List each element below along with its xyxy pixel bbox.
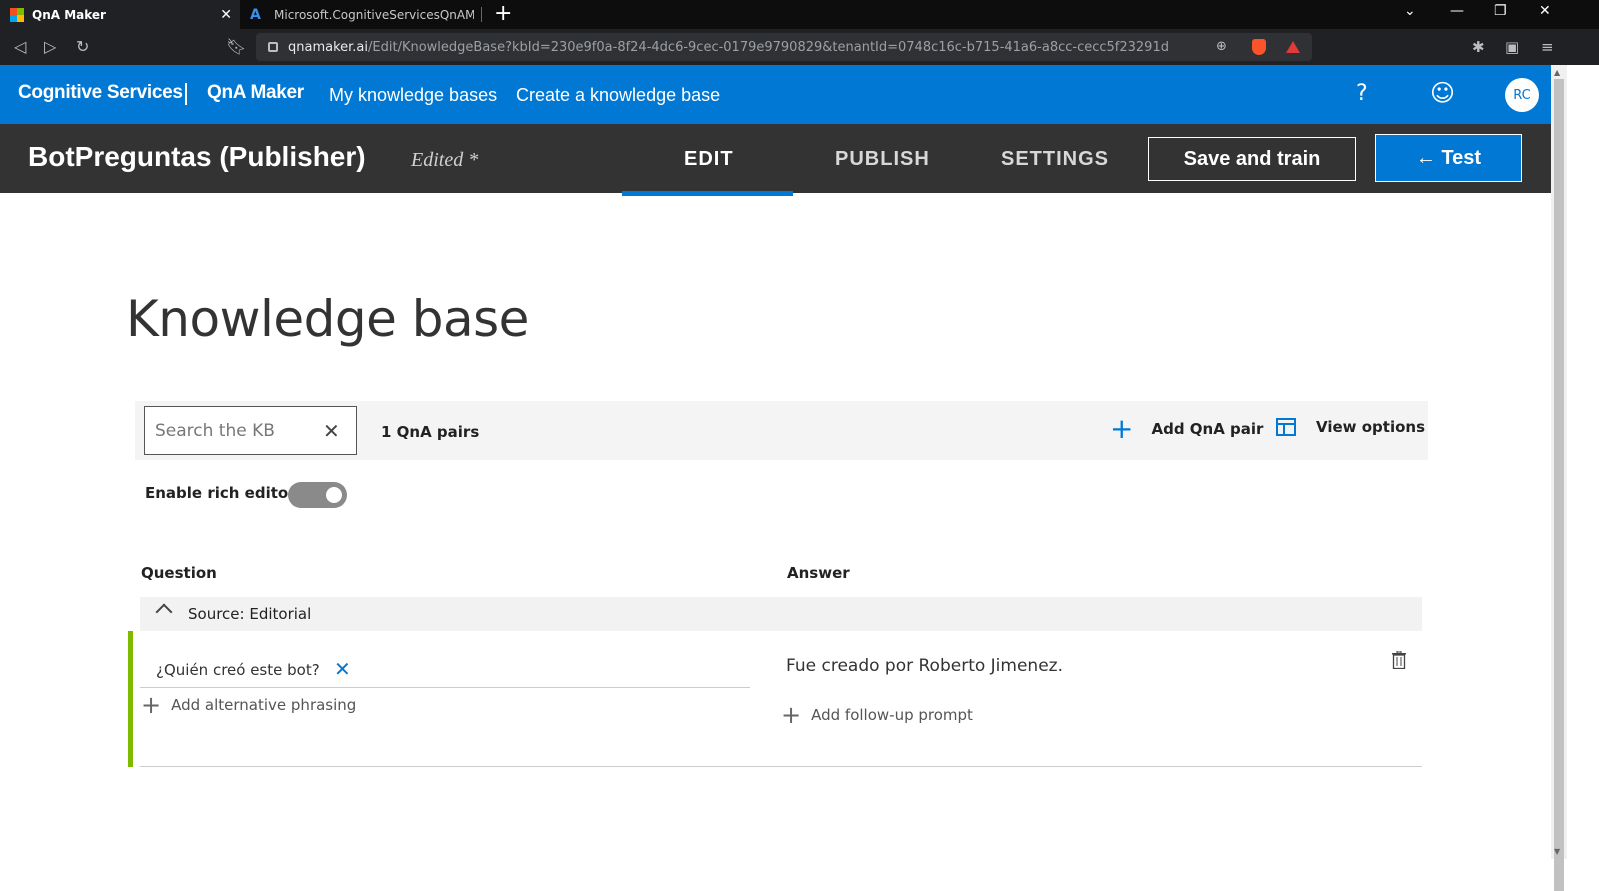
zoom-icon[interactable]: ⊕ — [1216, 39, 1227, 54]
search-box: ✕ — [144, 406, 357, 455]
toggle-knob — [326, 487, 342, 503]
tab-settings[interactable]: SETTINGS — [1001, 148, 1109, 171]
tab-title: QnA Maker — [32, 7, 106, 22]
brand-link[interactable]: Cognitive Services — [18, 82, 183, 104]
view-options-button[interactable]: View options — [1276, 418, 1425, 436]
scroll-down-icon[interactable]: ▼ — [1554, 847, 1560, 856]
back-icon[interactable]: ◁ — [14, 37, 26, 56]
help-icon[interactable]: ? — [1356, 81, 1368, 106]
qna-row-accent — [128, 631, 133, 767]
search-input[interactable] — [155, 417, 315, 445]
tab-search-chevron-icon[interactable]: ⌄ — [1404, 3, 1416, 19]
active-tab-indicator — [622, 191, 793, 196]
microsoft-logo-icon — [10, 7, 24, 22]
browser-tab-azure[interactable]: A Microsoft.CognitiveServicesQnAMaker — [240, 0, 482, 29]
qna-row-divider — [140, 766, 1422, 767]
answer-text[interactable]: Fue creado por Roberto Jimenez. — [786, 656, 1063, 676]
wallet-icon[interactable]: ▣ — [1505, 38, 1519, 56]
url-field[interactable]: qnamaker.ai/Edit/KnowledgeBase?kbId=230e… — [256, 33, 1312, 61]
tab-divider — [481, 7, 482, 22]
add-qna-pair-button[interactable]: + Add QnA pair — [1110, 415, 1263, 443]
source-label: Source: Editorial — [188, 605, 312, 623]
page-scrollbar[interactable]: ▲ ▼ — [1551, 65, 1567, 891]
add-follow-up-prompt-button[interactable]: + Add follow-up prompt — [781, 701, 973, 729]
forward-icon[interactable]: ▷ — [44, 37, 56, 56]
close-tab-icon[interactable]: ✕ — [220, 7, 232, 23]
kb-title: BotPreguntas (Publisher) — [28, 141, 366, 172]
nav-create-knowledge-base[interactable]: Create a knowledge base — [516, 85, 720, 106]
brand-divider — [185, 83, 187, 105]
extensions-icon[interactable]: ✱ — [1472, 38, 1485, 56]
kb-toolbar: ✕ 1 QnA pairs + Add QnA pair View option… — [135, 401, 1428, 460]
browser-tab-qna-maker[interactable]: QnA Maker ✕ — [0, 0, 240, 29]
browser-tab-strip: QnA Maker ✕ A Microsoft.CognitiveService… — [0, 0, 1599, 29]
plus-icon: + — [141, 691, 162, 719]
kb-status: Edited * — [411, 149, 479, 171]
product-link[interactable]: QnA Maker — [207, 82, 304, 104]
restore-icon[interactable]: ❐ — [1494, 3, 1507, 19]
azure-icon: A — [250, 6, 261, 23]
remove-question-icon[interactable]: ✕ — [334, 657, 351, 681]
add-alternative-phrasing-button[interactable]: + Add alternative phrasing — [141, 691, 357, 719]
tab-publish[interactable]: PUBLISH — [835, 148, 930, 171]
add-alternative-phrasing-label: Add alternative phrasing — [171, 696, 357, 714]
app-header: Cognitive Services QnA Maker My knowledg… — [0, 65, 1551, 124]
window-close-icon[interactable]: ✕ — [1539, 3, 1551, 19]
brave-shield-icon[interactable] — [1252, 39, 1266, 55]
address-bar: ◁ ▷ ↻ 🔖︎ qnamaker.ai/Edit/KnowledgeBase?… — [0, 29, 1599, 65]
scroll-up-icon[interactable]: ▲ — [1554, 68, 1560, 77]
scroll-thumb[interactable] — [1554, 79, 1564, 891]
question-divider — [140, 687, 750, 688]
page-title: Knowledge base — [126, 290, 529, 348]
feedback-smiley-icon[interactable]: ☺ — [1430, 79, 1455, 107]
delete-trash-icon[interactable] — [1392, 651, 1406, 669]
question-text[interactable]: ¿Quién creó este bot? — [156, 661, 320, 679]
test-button[interactable]: ← Test — [1375, 134, 1522, 182]
brave-rewards-icon[interactable] — [1286, 41, 1300, 53]
question-column-header: Question — [141, 564, 217, 582]
plus-icon: + — [1110, 412, 1134, 445]
view-options-label: View options — [1316, 418, 1426, 436]
clear-search-icon[interactable]: ✕ — [323, 419, 340, 443]
tab-edit[interactable]: EDIT — [684, 148, 734, 171]
rich-editor-label: Enable rich editor — [145, 484, 296, 502]
minimize-icon[interactable]: — — [1450, 3, 1464, 19]
plus-icon: + — [781, 701, 802, 729]
add-follow-up-prompt-label: Add follow-up prompt — [811, 706, 973, 724]
source-group-header[interactable]: Source: Editorial — [140, 597, 1422, 631]
menu-icon[interactable]: ≡ — [1541, 38, 1554, 56]
nav-my-knowledge-bases[interactable]: My knowledge bases — [329, 85, 497, 106]
table-settings-icon — [1276, 418, 1296, 436]
bookmark-icon[interactable]: 🔖︎ — [226, 37, 246, 56]
new-tab-icon[interactable]: + — [494, 2, 512, 26]
qna-pair-count: 1 QnA pairs — [381, 423, 480, 441]
rich-editor-toggle[interactable] — [288, 482, 347, 508]
lock-icon — [268, 42, 278, 52]
save-and-train-button[interactable]: Save and train — [1148, 137, 1356, 181]
add-qna-pair-label: Add QnA pair — [1151, 420, 1264, 438]
reload-icon[interactable]: ↻ — [76, 37, 89, 56]
chevron-up-icon[interactable] — [155, 603, 173, 621]
avatar[interactable]: RC — [1505, 78, 1539, 112]
tab-title: Microsoft.CognitiveServicesQnAMaker — [274, 7, 474, 22]
url-text: qnamaker.ai/Edit/KnowledgeBase?kbId=230e… — [288, 39, 1169, 55]
answer-column-header: Answer — [787, 564, 850, 582]
